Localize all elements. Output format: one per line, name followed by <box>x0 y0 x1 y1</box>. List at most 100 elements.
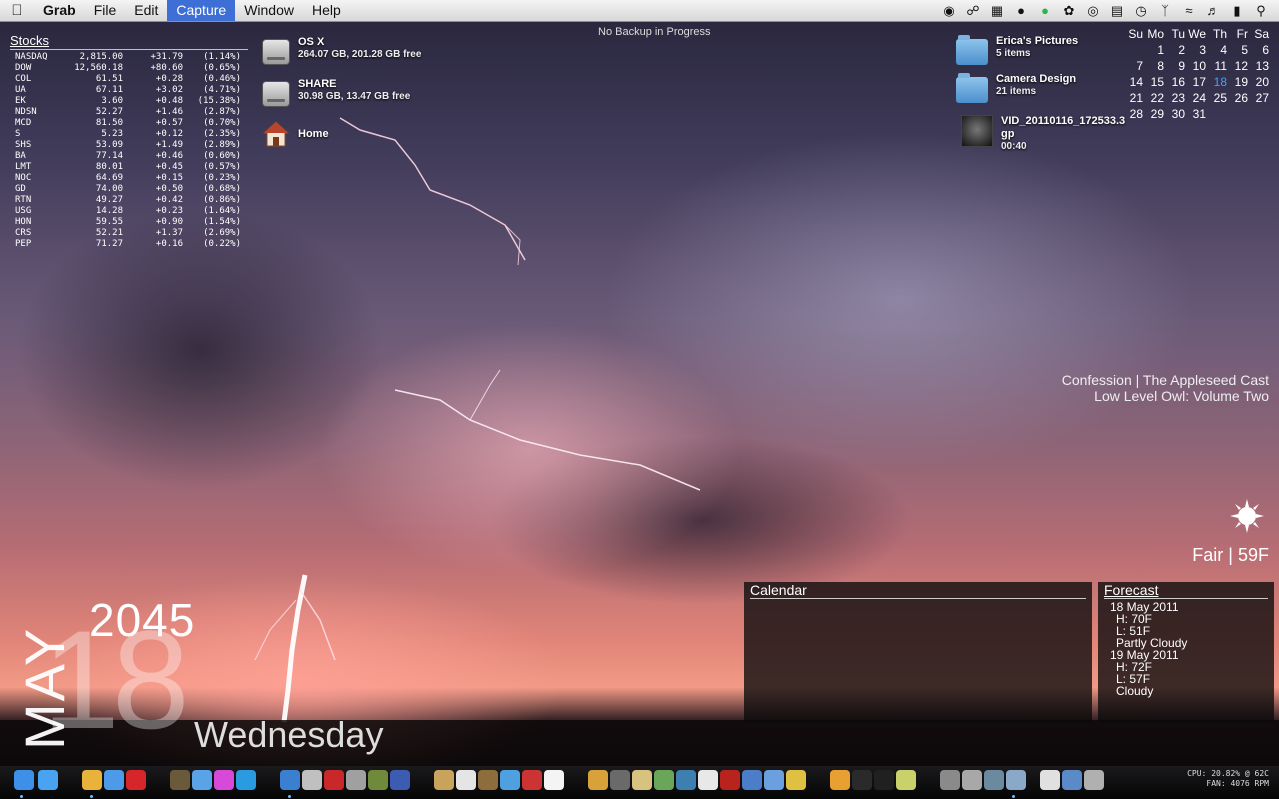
ericas-pictures-folder[interactable]: Erica's Pictures 5 items <box>956 35 1078 65</box>
skype-icon[interactable] <box>236 770 256 790</box>
share-drive[interactable]: SHARE 30.98 GB, 13.47 GB free <box>262 78 410 107</box>
ichat-icon[interactable] <box>192 770 212 790</box>
stock-price: 80.01 <box>95 162 123 172</box>
calendar-weekday-header: Th <box>1212 27 1227 41</box>
osx-drive[interactable]: OS X 264.07 GB, 201.28 GB free <box>262 36 421 65</box>
stocks-widget: Stocks NASDAQ 2,815.00 +31.79 (1.14%) DOW 12,… <box>10 33 248 250</box>
stock-percent: (0.65%) <box>203 63 241 73</box>
growl-icon[interactable]: ▤ <box>1109 3 1125 19</box>
calendar-day: 18 <box>1213 75 1227 89</box>
stock-symbol: CRS <box>15 228 32 238</box>
home-folder[interactable]: Home <box>262 120 329 148</box>
terminal-icon[interactable] <box>874 770 894 790</box>
feather-icon[interactable] <box>742 770 762 790</box>
stock-symbol: COL <box>15 74 32 84</box>
spotlight-search-icon[interactable]: ⚲ <box>1253 3 1269 19</box>
now-playing: Confession | The Appleseed Cast Low Leve… <box>1062 372 1269 404</box>
map-icon[interactable] <box>654 770 674 790</box>
menu-capture[interactable]: Capture <box>167 0 236 21</box>
stock-row: MCD 81.50 +0.57 (0.70%) <box>10 118 241 129</box>
stock-price: 67.11 <box>95 85 123 95</box>
menu-window[interactable]: Window <box>235 0 303 21</box>
time-machine-icon[interactable]: ◷ <box>1133 3 1149 19</box>
stock-change: +0.23 <box>155 206 183 216</box>
vlc-icon[interactable] <box>830 770 850 790</box>
green-status-icon[interactable]: ● <box>1037 3 1053 18</box>
volume-icon[interactable]: ♬ <box>1205 3 1221 18</box>
terminal-icon[interactable]: ▦ <box>989 3 1005 19</box>
stock-symbol: EK <box>15 96 26 106</box>
video-file[interactable]: VID_20110116_172533.3gp 00:40 <box>961 115 1126 153</box>
menu-file[interactable]: File <box>85 0 126 21</box>
close-icon[interactable] <box>522 770 542 790</box>
adium-icon[interactable] <box>170 770 190 790</box>
preview-icon[interactable] <box>434 770 454 790</box>
headphones-icon[interactable]: ☍ <box>965 3 981 19</box>
safari-icon[interactable] <box>104 770 124 790</box>
stock-row: USG 14.28 +0.23 (1.64%) <box>10 206 241 217</box>
app-store-icon[interactable] <box>38 770 58 790</box>
transmit-icon[interactable] <box>698 770 718 790</box>
star-icon[interactable] <box>786 770 806 790</box>
stickies-icon[interactable] <box>896 770 916 790</box>
menu-help[interactable]: Help <box>303 0 350 21</box>
cpu-readout: CPU: 20.82% @ 62C <box>1187 769 1269 778</box>
quicksilver-icon[interactable]: ◉ <box>941 3 957 19</box>
coda-icon[interactable] <box>368 770 388 790</box>
calendar-day: 25 <box>1213 91 1227 105</box>
stock-change: +3.02 <box>155 85 183 95</box>
camera-design-label: Camera Design <box>996 73 1077 85</box>
trash-icon[interactable] <box>1084 770 1104 790</box>
stock-percent: (0.70%) <box>203 118 241 128</box>
aperture-icon[interactable] <box>610 770 630 790</box>
itunes-icon-a[interactable] <box>214 770 234 790</box>
chrome-icon[interactable] <box>82 770 102 790</box>
photo-booth-icon[interactable] <box>324 770 344 790</box>
utility-a-icon[interactable] <box>940 770 960 790</box>
calendar-day: 30 <box>1171 107 1185 121</box>
camera-design-folder[interactable]: Camera Design 21 items <box>956 73 1076 103</box>
pen-icon[interactable] <box>456 770 476 790</box>
iphoto-icon[interactable] <box>588 770 608 790</box>
menu-grab[interactable]: Grab <box>34 0 85 21</box>
downloads-icon[interactable] <box>1062 770 1082 790</box>
moon-icon[interactable]: ● <box>1013 3 1029 18</box>
disk-utility-icon[interactable] <box>984 770 1004 790</box>
alfred-icon[interactable] <box>302 770 322 790</box>
stock-change: +1.37 <box>155 228 183 238</box>
bluetooth-icon[interactable]: ᛉ <box>1157 3 1173 18</box>
sun-icon <box>1230 499 1264 533</box>
finder-icon[interactable] <box>14 770 34 790</box>
stock-change: +0.42 <box>155 195 183 205</box>
mail-icon[interactable] <box>1006 770 1026 790</box>
itunes-icon[interactable] <box>280 770 300 790</box>
battery-icon[interactable]: ▮ <box>1229 3 1245 19</box>
ericas-pictures-info: 5 items <box>996 48 1031 59</box>
running-indicator <box>288 795 291 798</box>
menu-edit[interactable]: Edit <box>125 0 167 21</box>
usb-drive-icon[interactable] <box>346 770 366 790</box>
documents-icon[interactable] <box>1040 770 1060 790</box>
eye-icon[interactable]: ◎ <box>1085 3 1101 19</box>
migration-icon[interactable] <box>390 770 410 790</box>
maps-icon[interactable] <box>676 770 696 790</box>
sketch-icon[interactable] <box>478 770 498 790</box>
acrobat-icon[interactable] <box>720 770 740 790</box>
utility-b-icon[interactable] <box>962 770 982 790</box>
stock-price: 5.23 <box>101 129 123 139</box>
plane-icon[interactable] <box>632 770 652 790</box>
calendar-day: 23 <box>1171 91 1185 105</box>
stock-symbol: GD <box>15 184 26 194</box>
ical-icon[interactable] <box>544 770 564 790</box>
apple-menu-icon[interactable]:  <box>0 2 34 19</box>
opera-icon[interactable] <box>126 770 146 790</box>
stock-percent: (4.71%) <box>203 85 241 95</box>
status-menu-area: ◉ ☍ ▦ ● ● ✿ ◎ ▤ ◷ ᛉ ≈ ♬ ▮ ⚲ <box>941 3 1279 19</box>
video-file-label: VID_20110116_172533.3gp <box>1001 115 1126 140</box>
x11-icon[interactable] <box>852 770 872 790</box>
stock-symbol: USG <box>15 206 32 216</box>
paw-icon[interactable]: ✿ <box>1061 3 1077 19</box>
network-icon[interactable] <box>500 770 520 790</box>
dvd-icon[interactable] <box>764 770 784 790</box>
wifi-icon[interactable]: ≈ <box>1181 3 1197 18</box>
